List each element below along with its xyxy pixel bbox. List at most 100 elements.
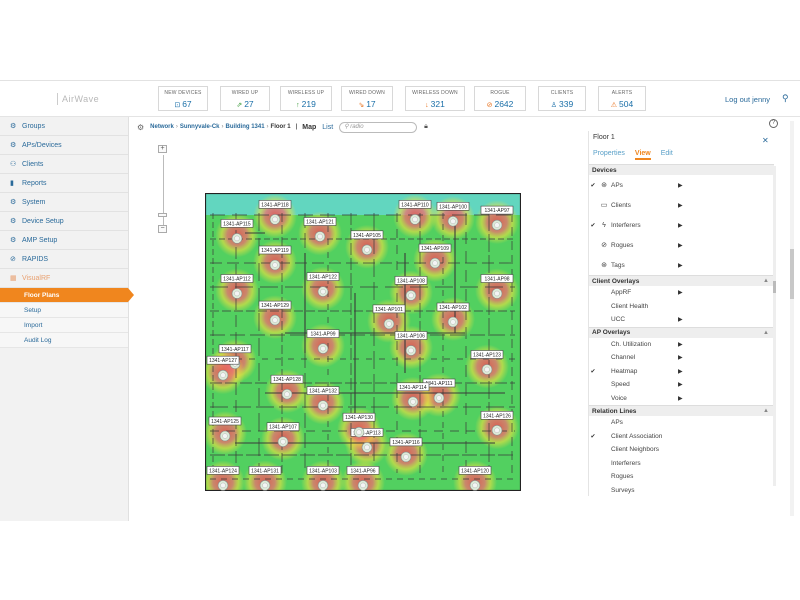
option-clients[interactable]: ▭ Clients ▶ — [589, 195, 774, 215]
option-label: Surveys — [611, 486, 635, 494]
option-ch-utilization[interactable]: Ch. Utilization ▶ — [589, 338, 774, 352]
arrow-right-icon[interactable]: ▶ — [678, 381, 683, 388]
option-client-neighbors[interactable]: Client Neighbors — [589, 443, 774, 457]
ap-icon-inner — [484, 366, 490, 373]
section-ap-overlays[interactable]: AP Overlays ▲ — [589, 326, 774, 338]
option-surveys[interactable]: Surveys — [589, 484, 774, 495]
status-stat-wired-down[interactable]: WIRED DOWN ⇘ 17 — [341, 86, 393, 111]
option-client-association[interactable]: ✔ Client Association — [589, 430, 774, 444]
logout-link[interactable]: Log out jenny — [725, 95, 770, 104]
ap-icon-inner — [360, 482, 366, 489]
close-icon[interactable]: ✕ — [762, 136, 769, 145]
sidebar-subitem-setup[interactable]: Setup — [0, 303, 128, 318]
panel-scrollbar[interactable] — [773, 166, 776, 486]
stat-value: ⇗ 27 — [221, 99, 269, 109]
checkmark-icon[interactable]: ✔ — [589, 222, 597, 229]
zoom-in-button[interactable]: + — [158, 145, 167, 153]
checkmark-icon[interactable]: ✔ — [589, 368, 597, 375]
main-scrollbar-thumb[interactable] — [790, 249, 794, 299]
section-relation-lines[interactable]: Relation Lines ▲ — [589, 405, 774, 416]
zoom-handle[interactable] — [158, 213, 167, 217]
status-stat-alerts[interactable]: ALERTS ⚠ 504 — [598, 86, 646, 111]
stat-value: ↑ 219 — [281, 99, 331, 109]
option-label: Rogues — [611, 241, 634, 249]
chevron-up-icon[interactable]: ▲ — [763, 278, 769, 284]
sidebar-item-aps-devices[interactable]: ⚙ APs/Devices — [0, 136, 128, 155]
status-stat-wireless-down[interactable]: WIRELESS DOWN ↓ 321 — [405, 86, 465, 111]
sidebar-item-rapids[interactable]: ⊘ RAPIDS — [0, 250, 128, 269]
sidebar-item-system[interactable]: ⚙ System — [0, 193, 128, 212]
ap-label: 1341-AP99 — [310, 332, 335, 338]
arrow-right-icon[interactable]: ▶ — [678, 289, 683, 296]
sidebar-item-reports[interactable]: ▮ Reports — [0, 174, 128, 193]
status-stat-new-devices[interactable]: NEW DEVICES ⊡ 67 — [158, 86, 208, 111]
map-search-input[interactable]: ⚲ radio — [339, 121, 418, 133]
option-voice[interactable]: Voice ▶ — [589, 392, 774, 406]
option-interferers[interactable]: ✔ ϟ Interferers ▶ — [589, 215, 774, 235]
option-client-health[interactable]: Client Health — [589, 300, 774, 314]
ap-label: 1341-AP128 — [273, 377, 301, 383]
breadcrumb-site[interactable]: Sunnyvale-Ck — [180, 124, 220, 130]
sidebar-subitem-import[interactable]: Import — [0, 318, 128, 333]
arrow-right-icon[interactable]: ▶ — [678, 341, 683, 348]
tab-list[interactable]: List — [322, 124, 333, 131]
breadcrumb-network[interactable]: Network — [150, 124, 174, 130]
arrow-right-icon[interactable]: ▶ — [678, 368, 683, 375]
arrow-right-icon[interactable]: ▶ — [678, 395, 683, 402]
sidebar-item-device-setup[interactable]: ⚙ Device Setup — [0, 212, 128, 231]
option-interferers[interactable]: Interferers — [589, 457, 774, 471]
sidebar-item-visualrf[interactable]: ▦ VisualRF — [0, 269, 128, 288]
option-apprf[interactable]: AppRF ▶ — [589, 286, 774, 300]
floor-plan-map[interactable]: 1341-AP118 1341-AP115 1341-AP121 1341-AP105… — [205, 193, 521, 491]
option-tags[interactable]: ⊛ Tags ▶ — [589, 255, 774, 275]
stat-count: 504 — [619, 99, 634, 109]
tab-map[interactable]: Map — [302, 124, 316, 131]
panel-title: Floor 1 — [593, 134, 615, 141]
ap-icon-inner — [494, 427, 500, 434]
status-stat-wired-up[interactable]: WIRED UP ⇗ 27 — [220, 86, 270, 111]
option-rogues[interactable]: ⊘ Rogues ▶ — [589, 235, 774, 255]
arrow-right-icon[interactable]: ▶ — [678, 182, 683, 189]
option-aps[interactable]: APs — [589, 416, 774, 430]
sidebar-item-amp-setup[interactable]: ⚙ AMP Setup — [0, 231, 128, 250]
arrow-right-icon[interactable]: ▶ — [678, 354, 683, 361]
arrow-right-icon[interactable]: ▶ — [678, 202, 683, 209]
tab-view[interactable]: View — [634, 150, 651, 160]
lock-icon[interactable]: 🔒︎ — [424, 123, 428, 131]
checkmark-icon[interactable]: ✔ — [589, 182, 597, 189]
option-label: Channel — [611, 354, 636, 362]
arrow-right-icon[interactable]: ▶ — [678, 316, 683, 323]
option-channel[interactable]: Channel ▶ — [589, 351, 774, 365]
option-heatmap[interactable]: ✔ Heatmap ▶ — [589, 365, 774, 379]
option-rogues[interactable]: Rogues — [589, 470, 774, 484]
arrow-right-icon[interactable]: ▶ — [678, 222, 683, 229]
chevron-up-icon[interactable]: ▲ — [763, 330, 769, 336]
sidebar-item-groups[interactable]: ⚙ Groups — [0, 117, 128, 136]
breadcrumb-building[interactable]: Building 1341 — [226, 124, 265, 130]
arrow-right-icon[interactable]: ▶ — [678, 262, 683, 269]
status-stat-clients[interactable]: CLIENTS ♙ 339 — [538, 86, 586, 111]
sidebar-subitem-floor-plans[interactable]: Floor Plans — [0, 288, 134, 303]
search-icon[interactable]: ⚲ — [782, 93, 789, 104]
arrow-right-icon[interactable]: ▶ — [678, 242, 683, 249]
status-stat-wireless-up[interactable]: WIRELESS UP ↑ 219 — [280, 86, 332, 111]
sidebar-item-clients[interactable]: ⚇ Clients — [0, 155, 128, 174]
option-speed[interactable]: Speed ▶ — [589, 378, 774, 392]
sidebar-subitem-audit-log[interactable]: Audit Log — [0, 333, 128, 348]
main-scrollbar[interactable] — [790, 121, 794, 516]
tab-properties[interactable]: Properties — [593, 150, 625, 160]
panel-scrollbar-thumb[interactable] — [773, 281, 776, 293]
tab-edit[interactable]: Edit — [661, 150, 673, 160]
checkmark-icon[interactable]: ✔ — [589, 433, 597, 440]
section-devices[interactable]: Devices — [589, 164, 774, 175]
chevron-up-icon[interactable]: ▲ — [763, 408, 769, 414]
help-icon[interactable]: ? — [769, 119, 778, 128]
ap-label: 1341-AP115 — [223, 221, 251, 227]
section-client-overlays[interactable]: Client Overlays ▲ — [589, 275, 774, 286]
option-ucc[interactable]: UCC ▶ — [589, 313, 774, 327]
zoom-out-button[interactable]: − — [158, 225, 167, 233]
gear-icon[interactable]: ⚙ — [137, 123, 144, 132]
option-aps[interactable]: ✔ ⊛ APs ▶ — [589, 175, 774, 195]
stat-count: 219 — [301, 99, 316, 109]
status-stat-rogue[interactable]: ROGUE ⊘ 2642 — [474, 86, 526, 111]
